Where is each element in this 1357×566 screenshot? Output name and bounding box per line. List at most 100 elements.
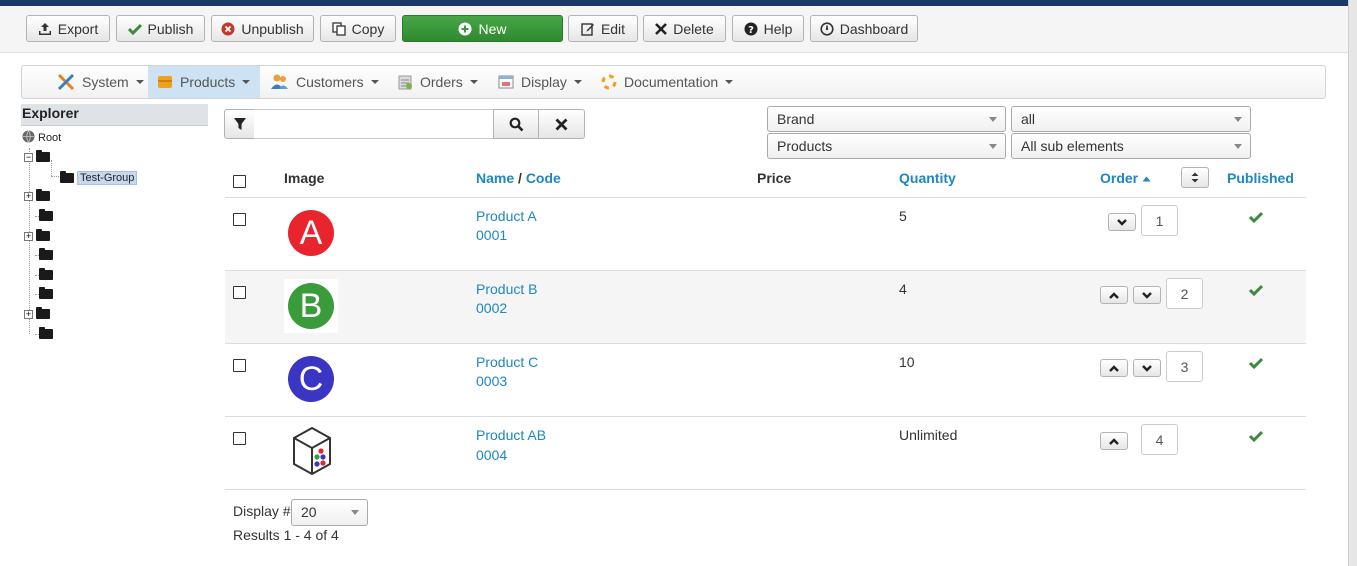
expand-icon[interactable]: + (24, 309, 33, 319)
save-order-button[interactable] (1181, 167, 1209, 188)
folder-icon (39, 268, 53, 280)
product-quantity: 10 (899, 354, 915, 370)
column-header-price: Price (757, 170, 792, 186)
display-count-select[interactable]: 20 (291, 499, 368, 526)
product-code-link[interactable]: 0002 (476, 300, 507, 316)
row-checkbox[interactable] (233, 432, 246, 445)
published-check-icon[interactable] (1248, 429, 1264, 445)
order-input[interactable]: 3 (1166, 351, 1203, 382)
tree-node-group[interactable]: − (24, 150, 50, 162)
brand-value-select[interactable]: all (1011, 106, 1251, 132)
tree-root-label: Root (38, 132, 62, 144)
new-button[interactable]: New (402, 15, 563, 42)
expand-icon[interactable]: + (24, 191, 33, 201)
tree-node-folder[interactable]: + (24, 189, 50, 201)
export-button[interactable]: Export (26, 15, 110, 42)
folder-icon (36, 229, 50, 241)
product-code-link[interactable]: 0001 (476, 227, 507, 243)
product-thumbnail[interactable]: C (284, 352, 338, 406)
sort-by-name-link[interactable]: Name (476, 170, 514, 186)
product-thumbnail[interactable] (284, 425, 338, 479)
publish-button[interactable]: Publish (116, 15, 205, 42)
menu-system[interactable]: System (48, 66, 152, 98)
product-name-link[interactable]: Product A (476, 208, 537, 224)
clear-search-button[interactable] (538, 109, 585, 139)
tree-node-folder[interactable] (39, 327, 53, 339)
product-quantity: Unlimited (899, 427, 958, 443)
scope-select-value: Products (777, 138, 833, 154)
window-scrollbar[interactable] (1348, 0, 1357, 566)
product-code-link[interactable]: 0004 (476, 447, 507, 463)
menu-documentation[interactable]: Documentation (592, 66, 741, 98)
menu-customers[interactable]: Customers (262, 66, 387, 98)
move-down-button[interactable] (1133, 359, 1161, 377)
row-checkbox[interactable] (233, 359, 246, 372)
tree-node-test-group[interactable]: Test-Group (60, 171, 138, 185)
copy-button[interactable]: Copy (320, 15, 396, 42)
sub-elements-select[interactable]: All sub elements (1011, 133, 1251, 159)
menu-orders[interactable]: Orders (388, 66, 486, 98)
search-input[interactable] (254, 109, 494, 139)
move-up-button[interactable] (1100, 359, 1128, 377)
move-down-button[interactable] (1108, 213, 1136, 231)
cancel-circle-icon (221, 22, 235, 36)
product-name-link[interactable]: Product B (476, 281, 537, 297)
close-icon (655, 22, 668, 35)
unpublish-button[interactable]: Unpublish (211, 15, 314, 42)
row-checkbox[interactable] (233, 286, 246, 299)
product-name-link[interactable]: Product AB (476, 427, 546, 443)
expand-icon[interactable]: + (24, 231, 33, 241)
tree-node-folder[interactable] (39, 287, 53, 299)
question-circle-icon: ? (744, 22, 758, 36)
sort-by-code-link[interactable]: Code (526, 170, 561, 186)
move-down-button[interactable] (1133, 286, 1161, 304)
edit-button[interactable]: Edit (568, 15, 638, 42)
chevron-down-icon (469, 80, 478, 84)
row-checkbox[interactable] (233, 213, 246, 226)
product-name-link[interactable]: Product C (476, 354, 538, 370)
sort-by-quantity-link[interactable]: Quantity (899, 170, 956, 186)
search-button[interactable] (493, 109, 539, 139)
move-up-button[interactable] (1100, 286, 1128, 304)
order-input[interactable]: 2 (1166, 278, 1203, 309)
product-thumbnail[interactable]: B (284, 279, 338, 333)
product-code-link[interactable]: 0003 (476, 373, 507, 389)
help-label: Help (763, 20, 793, 37)
menu-products[interactable]: Products (148, 66, 260, 98)
sort-by-order-link[interactable]: Order (1100, 170, 1138, 186)
upload-icon (38, 22, 52, 36)
collapse-icon[interactable]: − (24, 152, 33, 162)
select-all-checkbox[interactable] (233, 175, 246, 188)
tree-node-folder[interactable] (39, 268, 53, 280)
chevron-down-icon (725, 80, 734, 84)
main-menu-bar: System Products Customers Orders Display… (21, 65, 1326, 99)
brand-select[interactable]: Brand (767, 106, 1006, 132)
product-logo: A (288, 210, 334, 256)
help-button[interactable]: ? Help (732, 15, 804, 42)
menu-documentation-label: Documentation (624, 74, 719, 90)
chevron-up-icon (1109, 291, 1119, 299)
chevron-down-icon (135, 80, 144, 84)
dashboard-button[interactable]: Dashboard (810, 15, 918, 42)
tree-node-folder[interactable] (39, 209, 53, 221)
published-check-icon[interactable] (1248, 356, 1264, 372)
delete-button[interactable]: Delete (643, 15, 726, 42)
unpublish-label: Unpublish (241, 20, 304, 37)
chevron-down-icon (242, 80, 251, 84)
product-thumbnail[interactable]: A (284, 206, 338, 260)
tree-node-folder[interactable]: + (24, 229, 50, 241)
tree-node-folder[interactable]: + (24, 307, 50, 319)
delete-label: Delete (673, 20, 714, 37)
move-up-button[interactable] (1100, 432, 1128, 450)
sort-by-published-link[interactable]: Published (1227, 170, 1294, 186)
published-check-icon[interactable] (1248, 283, 1264, 299)
menu-display[interactable]: Display (489, 66, 590, 98)
scope-select[interactable]: Products (767, 133, 1006, 159)
tree-node-folder[interactable] (39, 248, 53, 260)
tree-node-root[interactable]: Root (22, 130, 61, 146)
order-input[interactable]: 1 (1141, 205, 1178, 236)
order-input[interactable]: 4 (1141, 424, 1178, 455)
edit-icon (581, 22, 595, 36)
filter-toggle-button[interactable] (224, 109, 255, 139)
published-check-icon[interactable] (1248, 210, 1264, 226)
